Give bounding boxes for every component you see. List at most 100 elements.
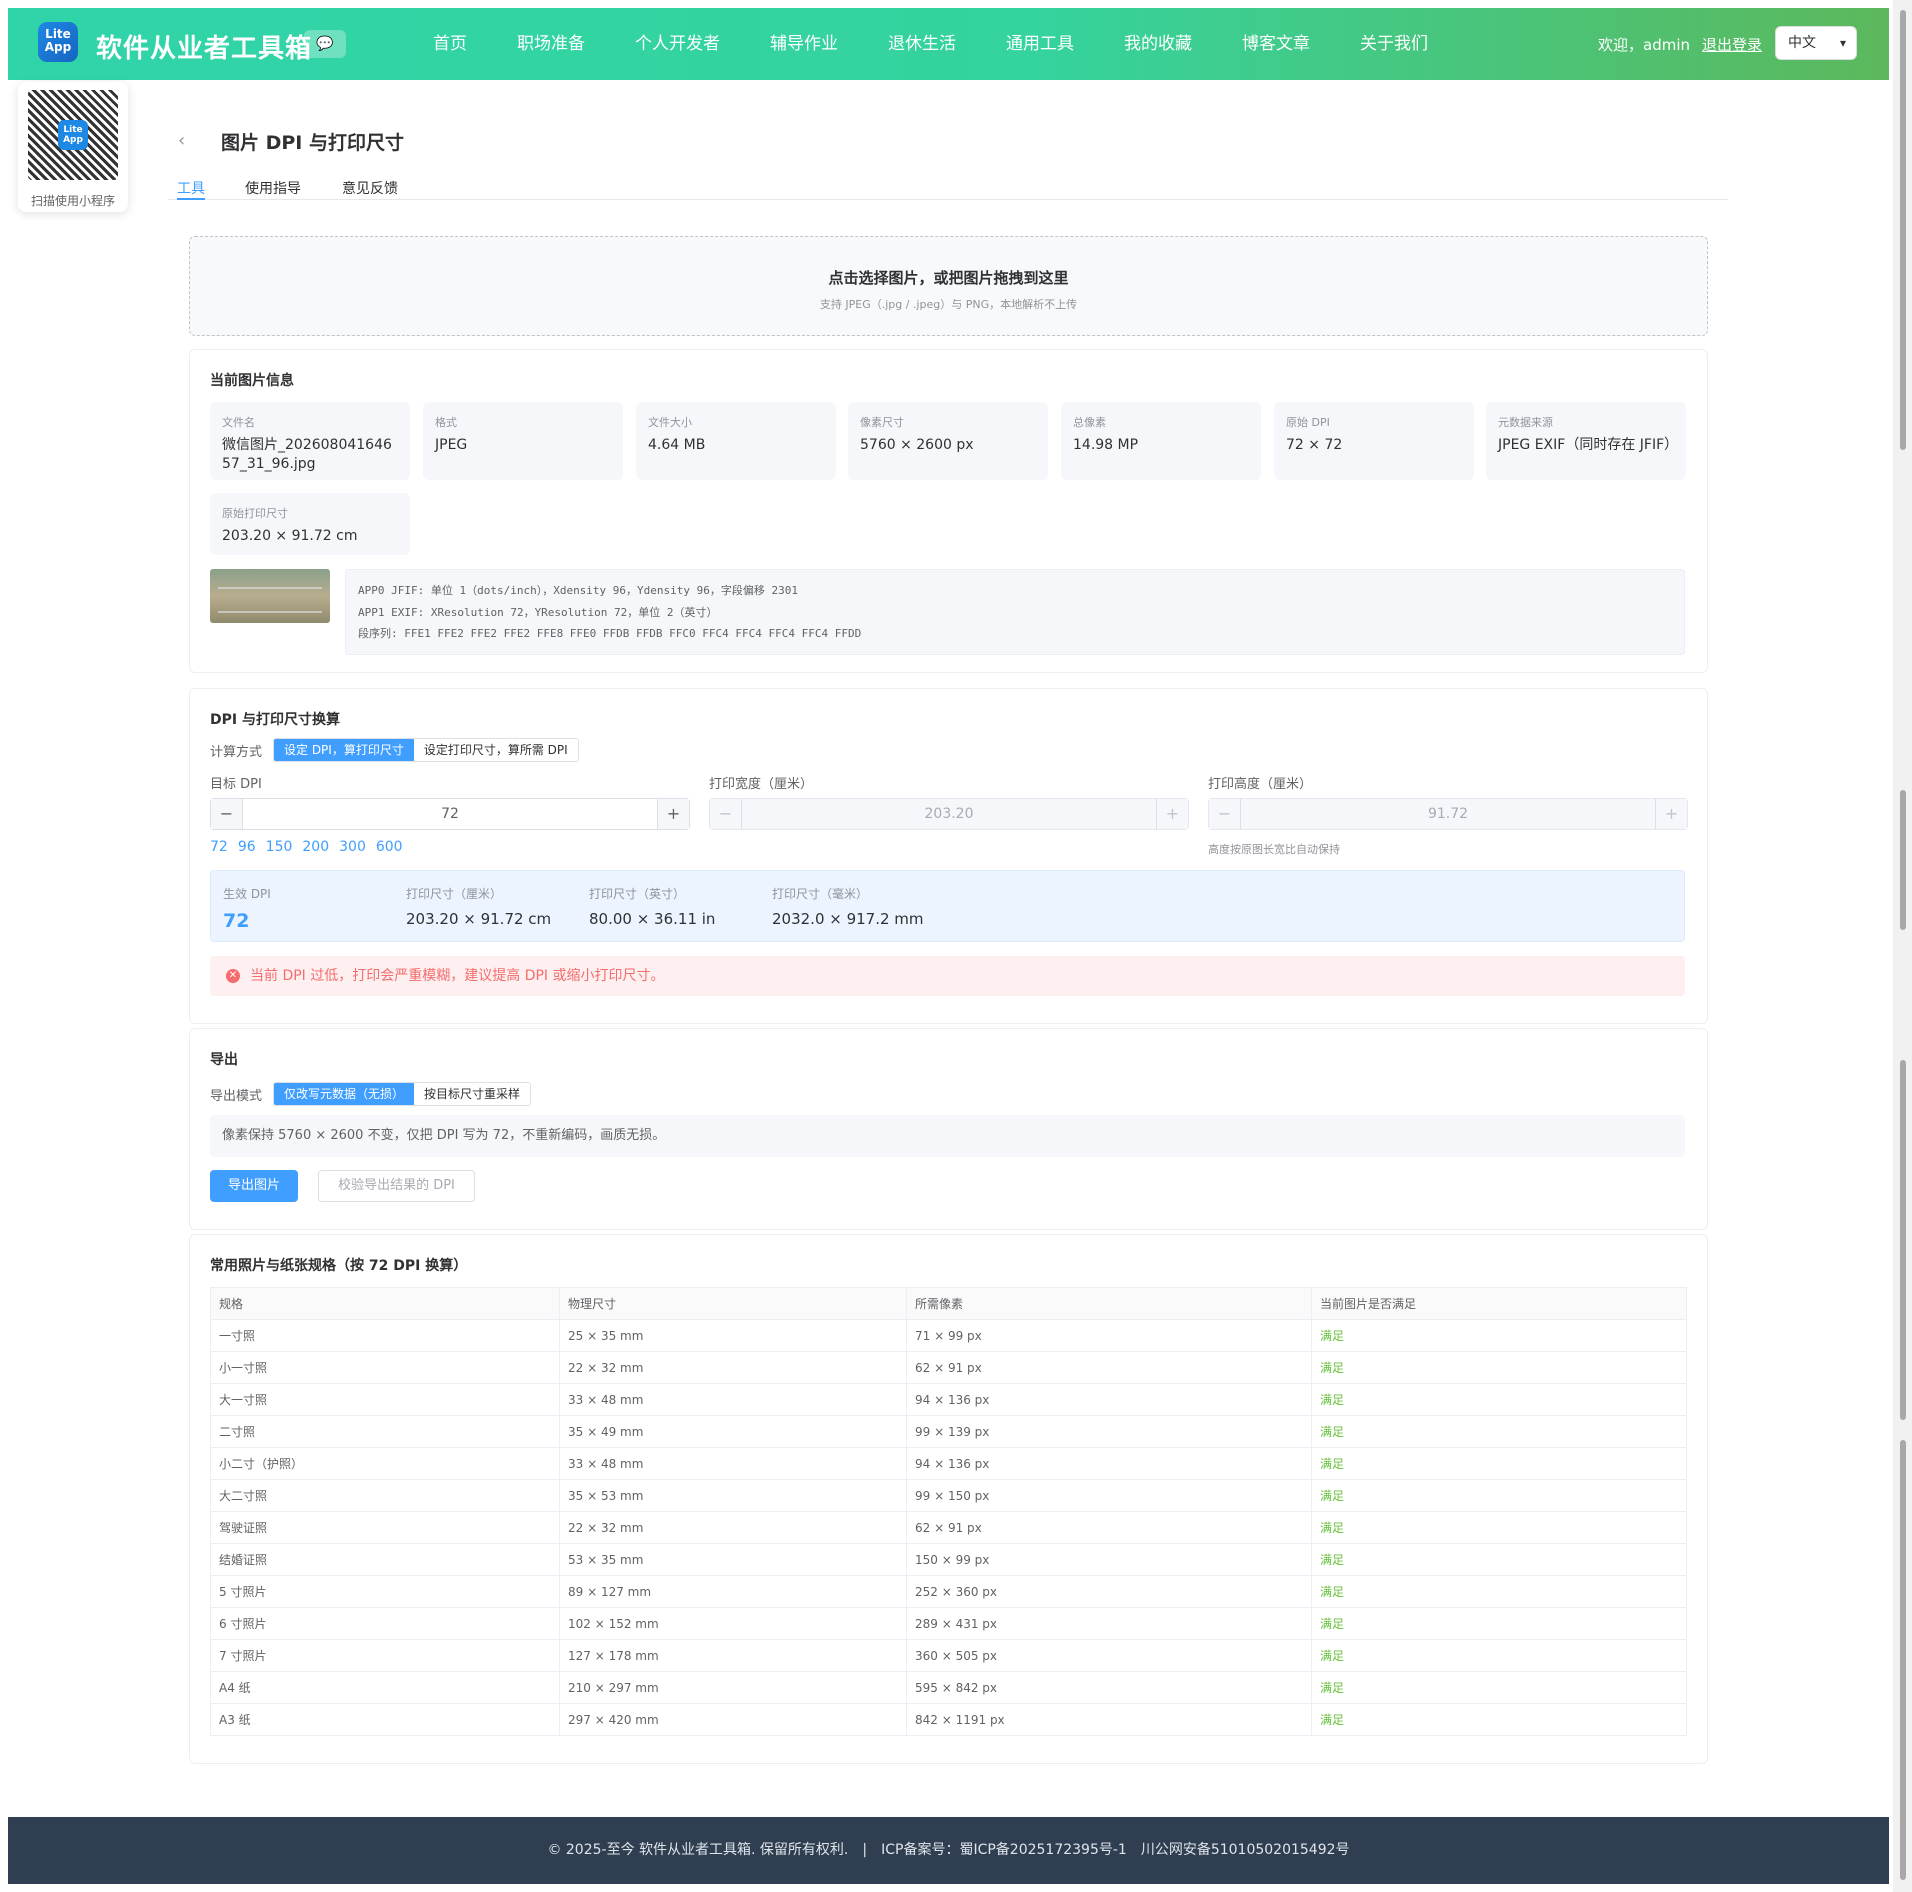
table-cell: 99 × 139 px: [906, 1415, 1312, 1448]
status-badge: 满足: [1311, 1607, 1687, 1640]
table-row: 6 寸照片 102 × 152 mm 289 × 431 px 满足: [210, 1607, 1687, 1640]
info-key: 原始打印尺寸: [222, 507, 288, 520]
nav-item-tools[interactable]: 通用工具: [981, 8, 1099, 80]
table-cell: 小一寸照: [210, 1351, 560, 1384]
table-cell: 33 × 48 mm: [559, 1383, 907, 1416]
preset-dpi-200[interactable]: 200: [302, 839, 329, 855]
scrollbar-thumb[interactable]: [1900, 1060, 1906, 1420]
nav-item-home[interactable]: 首页: [408, 8, 492, 80]
print-width-input: 203.20: [924, 806, 974, 822]
table-cell: 大二寸照: [210, 1479, 560, 1512]
table-cell: 35 × 53 mm: [559, 1479, 907, 1512]
logout-link[interactable]: 退出登录: [1702, 34, 1762, 55]
result-value: 80.00 × 36.11 in: [589, 910, 716, 928]
height-hint: 高度按原图长宽比自动保持: [1208, 843, 1340, 856]
chevron-down-icon: ▾: [1839, 36, 1846, 50]
mode-resample[interactable]: 按目标尺寸重采样: [414, 1083, 531, 1105]
tab-guide[interactable]: 使用指导: [245, 178, 301, 198]
table-cell: 62 × 91 px: [906, 1351, 1312, 1384]
nav-item-retirement[interactable]: 退休生活: [863, 8, 981, 80]
table-cell: 360 × 505 px: [906, 1639, 1312, 1672]
scrollbar-thumb[interactable]: [1900, 790, 1906, 930]
target-dpi-stepper[interactable]: − 72 +: [210, 798, 690, 830]
logo-icon[interactable]: Lite App: [38, 22, 78, 62]
upload-dropzone[interactable]: 点击选择图片，或把图片拖拽到这里 支持 JPEG（.jpg / .jpeg）与 …: [189, 236, 1708, 336]
page-scrollbar[interactable]: [1893, 0, 1912, 1892]
info-key: 元数据来源: [1498, 416, 1553, 429]
site-name[interactable]: 软件从业者工具箱: [96, 28, 312, 65]
table-cell: 结婚证照: [210, 1543, 560, 1576]
table-cell: 驾驶证照: [210, 1511, 560, 1544]
target-dpi-input[interactable]: 72: [243, 799, 657, 829]
nav-item-homework[interactable]: 辅导作业: [745, 8, 863, 80]
status-badge: 满足: [1311, 1415, 1687, 1448]
miniapp-qr-card: Lite App 扫描使用小程序: [18, 82, 128, 212]
upload-title: 点击选择图片，或把图片拖拽到这里: [828, 269, 1069, 287]
sizes-table-body: 一寸照 25 × 35 mm 71 × 99 px 满足 小一寸照 22 × 32 mm 6…: [210, 1319, 1687, 1736]
tab-active-indicator: [177, 198, 205, 200]
scrollbar-thumb[interactable]: [1900, 10, 1906, 450]
nav-item-career[interactable]: 职场准备: [492, 8, 610, 80]
mode-set-size[interactable]: 设定打印尺寸，算所需 DPI: [413, 739, 578, 761]
scrollbar-thumb[interactable]: [1900, 1440, 1906, 1880]
export-button[interactable]: 导出图片: [210, 1170, 298, 1202]
table-row: A3 纸 297 × 420 mm 842 × 1191 px 满足: [210, 1703, 1687, 1736]
tab-feedback[interactable]: 意见反馈: [342, 178, 398, 198]
minus-icon[interactable]: −: [211, 799, 243, 829]
print-height-stepper: − 91.72 +: [1208, 798, 1688, 830]
meta-line: 段序列: FFE1 FFE2 FFE2 FFE2 FFE8 FFE0 FFDB …: [358, 627, 862, 640]
status-badge: 满足: [1311, 1639, 1687, 1672]
result-key: 打印尺寸（英寸）: [589, 887, 686, 901]
nav-item-about[interactable]: 关于我们: [1335, 8, 1453, 80]
info-value: 5760 × 2600 px: [860, 437, 974, 453]
result-key: 打印尺寸（厘米）: [406, 887, 503, 901]
qr-logo-icon: Lite App: [58, 120, 88, 150]
plus-icon[interactable]: +: [657, 799, 689, 829]
sizes-table: 规格 物理尺寸 所需像素 当前图片是否满足 一寸照 25 × 35 mm 71 × …: [210, 1287, 1687, 1736]
verify-dpi-button[interactable]: 校验导出结果的 DPI: [318, 1170, 475, 1202]
info-value: 4.64 MB: [648, 437, 706, 453]
tab-tool[interactable]: 工具: [177, 178, 205, 198]
info-value: 微信图片_20260804164657_31_96.jpg: [222, 437, 392, 472]
preset-dpi-300[interactable]: 300: [339, 839, 366, 855]
nav-item-favorites[interactable]: 我的收藏: [1099, 8, 1217, 80]
table-cell: 252 × 360 px: [906, 1575, 1312, 1608]
meta-line: APP1 EXIF: XResolution 72，YResolution 72…: [358, 605, 718, 619]
back-icon[interactable]: ‹: [178, 130, 185, 151]
table-cell: 小二寸（护照）: [210, 1447, 560, 1480]
table-row: 小一寸照 22 × 32 mm 62 × 91 px 满足: [210, 1351, 1687, 1384]
preset-dpi-96[interactable]: 96: [238, 839, 256, 855]
print-height-input: 91.72: [1427, 806, 1469, 822]
dpi-calc-card: DPI 与打印尺寸换算 计算方式 设定 DPI，算打印尺寸 设定打印尺寸，算所需…: [189, 688, 1708, 1024]
status-badge: 满足: [1311, 1575, 1687, 1608]
language-select[interactable]: 中文 ▾: [1775, 26, 1857, 60]
info-key: 像素尺寸: [860, 416, 904, 429]
table-cell: 33 × 48 mm: [559, 1447, 907, 1480]
result-size-cm: 打印尺寸（厘米） 203.20 × 91.72 cm: [406, 885, 551, 928]
page: Lite App 软件从业者工具箱 💬 首页 职场准备 个人开发者 辅导作业 退…: [8, 8, 1889, 1884]
preset-dpi-150[interactable]: 150: [266, 839, 293, 855]
table-cell: 595 × 842 px: [906, 1671, 1312, 1704]
table-cell: 53 × 35 mm: [559, 1543, 907, 1576]
nav-item-blog[interactable]: 博客文章: [1217, 8, 1335, 80]
result-value: 203.20 × 91.72 cm: [406, 910, 552, 928]
welcome-text: 欢迎，admin: [1598, 36, 1690, 54]
column-header: 物理尺寸: [559, 1287, 907, 1320]
status-badge: 满足: [1311, 1383, 1687, 1416]
table-cell: 289 × 431 px: [906, 1607, 1312, 1640]
table-cell: 842 × 1191 px: [906, 1703, 1312, 1736]
info-value: JPEG EXIF（同时存在 JFIF）: [1498, 437, 1679, 453]
mode-set-dpi[interactable]: 设定 DPI，算打印尺寸: [274, 739, 414, 761]
table-cell: 二寸照: [210, 1415, 560, 1448]
result-effective-dpi: 生效 DPI 72: [223, 885, 271, 932]
chat-icon[interactable]: 💬: [304, 30, 346, 58]
mode-metadata-only[interactable]: 仅改写元数据（无损）: [274, 1083, 415, 1105]
language-value: 中文: [1788, 35, 1816, 51]
preset-dpi-600[interactable]: 600: [376, 839, 403, 855]
nav-item-indie-dev[interactable]: 个人开发者: [610, 8, 745, 80]
column-header: 规格: [210, 1287, 560, 1320]
preset-dpi-72[interactable]: 72: [210, 839, 228, 855]
info-key: 格式: [435, 416, 457, 429]
page-title: 图片 DPI 与打印尺寸: [221, 132, 404, 154]
info-pixel-size: 像素尺寸 5760 × 2600 px: [848, 402, 1048, 480]
